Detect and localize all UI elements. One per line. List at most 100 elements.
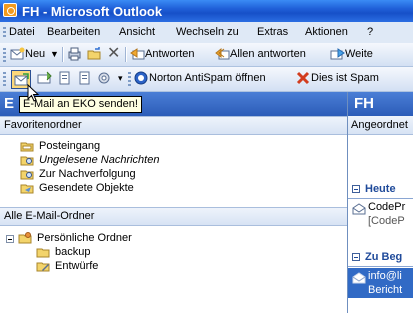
menu-aktionen[interactable]: Aktionen — [305, 26, 348, 38]
personal-folders-icon — [18, 231, 33, 245]
print-button[interactable] — [67, 46, 82, 63]
group-second-label: Zu Beg — [365, 251, 403, 263]
outlook-app-icon[interactable] — [3, 3, 17, 17]
favorite-posteingang[interactable]: Posteingang — [20, 139, 100, 153]
reply-button[interactable]: Antworten — [130, 46, 195, 63]
message-sender: CodePr — [368, 201, 406, 213]
tree-item-label: Entwürfe — [55, 260, 99, 272]
send-mail-icon — [37, 71, 52, 85]
addin-button-3[interactable] — [57, 70, 72, 87]
drafts-folder-icon — [36, 259, 51, 273]
norton-antispam-button[interactable]: Norton AntiSpam öffnen — [134, 70, 266, 87]
opened-mail-icon — [352, 202, 367, 216]
toolbar-grip[interactable] — [128, 72, 131, 86]
toolbar-grip[interactable] — [3, 72, 6, 86]
menu-datei[interactable]: Datei — [9, 26, 35, 38]
delete-icon: ✕ — [107, 45, 121, 62]
window-title: FH - Microsoft Outlook — [22, 4, 163, 19]
message-list-pane: FH Angeordnet Heute CodePr [CodeP Zu Beg… — [348, 92, 413, 313]
forward-label: Weite — [345, 48, 373, 60]
addin-toolbar: ▾ Norton AntiSpam öffnen Dies ist Spam — [0, 67, 413, 92]
search-folder-icon — [20, 167, 35, 181]
forward-button[interactable]: Weite — [330, 46, 373, 63]
menu-extras[interactable]: Extras — [257, 26, 288, 38]
favorites-label: Favoritenordner — [4, 119, 82, 131]
navigation-pane: E Favoritenordner Posteingang Ungelesene… — [0, 92, 348, 313]
group-today[interactable]: Heute — [348, 181, 413, 199]
message-row-selected[interactable]: info@li Bericht — [348, 268, 413, 298]
favorite-label: Ungelesene Nachrichten — [39, 154, 160, 166]
reply-all-label: Allen antworten — [230, 48, 306, 60]
menubar-grip[interactable] — [3, 27, 6, 39]
document-icon — [57, 71, 72, 85]
menu-bearbeiten[interactable]: Bearbeiten — [47, 26, 100, 38]
reply-icon — [130, 47, 145, 61]
message-subject: [CodeP — [368, 215, 405, 227]
message-row[interactable]: CodePr [CodeP — [348, 199, 413, 229]
group-second[interactable]: Zu Beg — [348, 249, 413, 267]
favorite-zur-nachverfolgung[interactable]: Zur Nachverfolgung — [20, 167, 136, 181]
print-icon — [67, 47, 82, 61]
menu-wechseln-zu[interactable]: Wechseln zu — [176, 26, 239, 38]
favorite-label: Zur Nachverfolgung — [39, 168, 136, 180]
favorite-label: Posteingang — [39, 140, 101, 152]
new-mail-icon — [10, 47, 25, 61]
title-bar: FH - Microsoft Outlook — [0, 0, 413, 22]
tree-persoenliche-ordner[interactable]: Persönliche Ordner — [18, 231, 132, 245]
addin-button-4[interactable] — [77, 70, 92, 87]
toolbar-grip[interactable] — [3, 48, 6, 62]
inbox-folder-icon — [20, 139, 35, 153]
menu-bar: Datei Bearbeiten Ansicht Wechseln zu Ext… — [0, 22, 413, 44]
menu-help[interactable]: ? — [367, 26, 373, 38]
sent-folder-icon — [20, 181, 35, 195]
menu-ansicht[interactable]: Ansicht — [119, 26, 155, 38]
toolbar-separator — [62, 47, 64, 62]
all-mail-folders-header[interactable]: Alle E-Mail-Ordner — [0, 207, 347, 226]
favorite-gesendete-objekte[interactable]: Gesendete Objekte — [20, 181, 134, 195]
collapse-group-toggle[interactable] — [352, 253, 360, 261]
delete-button[interactable]: ✕ — [107, 46, 120, 63]
mouse-cursor-icon — [27, 84, 40, 102]
favorite-ungelesene-nachrichten[interactable]: Ungelesene Nachrichten — [20, 153, 159, 167]
arrange-by-header[interactable]: Angeordnet — [348, 116, 413, 135]
reply-all-button[interactable]: Allen antworten — [215, 46, 306, 63]
tree-entwuerfe[interactable]: Entwürfe — [36, 259, 98, 273]
move-to-folder-button[interactable] — [87, 46, 102, 63]
tree-backup[interactable]: backup — [36, 245, 90, 259]
this-is-spam-button[interactable]: Dies ist Spam — [296, 70, 379, 87]
message-sender: info@li — [368, 270, 402, 282]
opened-mail-icon — [352, 271, 367, 285]
new-button-label: Neu — [25, 48, 46, 60]
new-dropdown-arrow[interactable]: ▼ — [50, 46, 59, 63]
message-subject: Bericht — [368, 284, 403, 296]
norton-label: Norton AntiSpam öffnen — [149, 72, 266, 84]
group-today-label: Heute — [365, 183, 396, 195]
all-mail-folders-label: Alle E-Mail-Ordner — [4, 210, 95, 222]
new-button[interactable]: Neu — [10, 46, 45, 63]
reply-label: Antworten — [145, 48, 195, 60]
favorite-label: Gesendete Objekte — [39, 182, 134, 194]
spam-label: Dies ist Spam — [311, 72, 379, 84]
favorites-header[interactable]: Favoritenordner — [0, 116, 347, 135]
addin-button-5[interactable] — [97, 70, 112, 87]
document-icon — [77, 71, 92, 85]
tree-item-label: Persönliche Ordner — [37, 232, 132, 244]
tree-item-label: backup — [55, 246, 91, 258]
toolbar-separator — [125, 47, 127, 62]
forward-icon — [330, 47, 345, 61]
arrange-by-label: Angeordnet — [351, 119, 408, 131]
move-folder-icon — [87, 47, 102, 61]
reply-all-icon — [215, 47, 230, 61]
spam-icon — [296, 71, 311, 85]
collapse-personal-folders-toggle[interactable] — [6, 235, 14, 243]
gear-icon — [97, 71, 112, 85]
standard-toolbar: Neu ▼ ✕ Antworten Allen antworten Weite — [0, 43, 413, 67]
norton-icon — [134, 71, 149, 85]
collapse-group-toggle[interactable] — [352, 185, 360, 193]
folder-header: FH — [348, 92, 413, 116]
search-folder-icon — [20, 153, 35, 167]
toolbar-options-arrow[interactable]: ▾ — [118, 70, 123, 87]
folder-title: FH — [354, 95, 374, 112]
navigation-pane-title: E — [4, 95, 15, 112]
folder-icon — [36, 245, 51, 259]
